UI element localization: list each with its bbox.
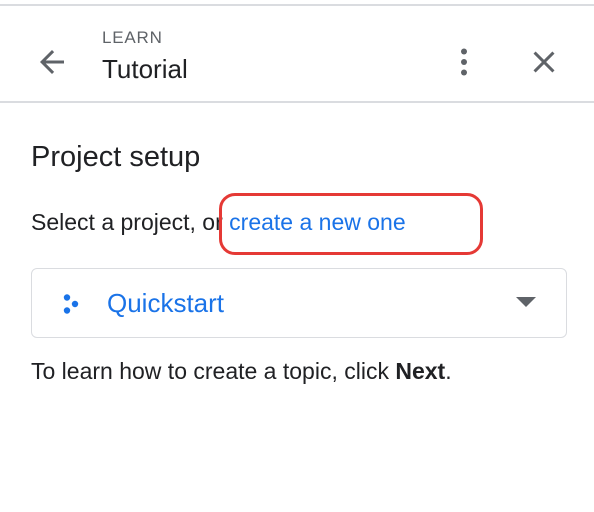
next-hint-text: To learn how to create a topic, click Ne… bbox=[31, 358, 452, 385]
project-dots-icon bbox=[63, 294, 79, 314]
section-title: Project setup bbox=[31, 141, 201, 173]
header-title: Tutorial bbox=[102, 54, 188, 84]
selected-project-name: Quickstart bbox=[107, 288, 225, 318]
project-select[interactable]: Quickstart bbox=[31, 268, 567, 338]
panel-header: LEARN Tutorial bbox=[0, 6, 594, 102]
back-button[interactable] bbox=[30, 40, 74, 84]
select-project-text: Select a project, or create a new one bbox=[31, 209, 406, 236]
more-vert-icon bbox=[461, 48, 467, 76]
hint-next-label: Next bbox=[395, 358, 446, 384]
arrow-back-icon bbox=[40, 50, 64, 74]
create-new-project-link[interactable]: create a new one bbox=[229, 209, 405, 235]
hint-prefix: To learn how to create a topic, click bbox=[31, 358, 396, 384]
dropdown-arrow-icon bbox=[516, 297, 536, 307]
header-divider bbox=[0, 101, 594, 103]
close-icon bbox=[533, 51, 555, 73]
more-options-button[interactable] bbox=[442, 40, 486, 84]
close-button[interactable] bbox=[522, 40, 566, 84]
header-eyebrow: LEARN bbox=[102, 28, 163, 47]
hint-suffix: . bbox=[445, 358, 452, 384]
select-prefix-text: Select a project, or bbox=[31, 209, 230, 235]
